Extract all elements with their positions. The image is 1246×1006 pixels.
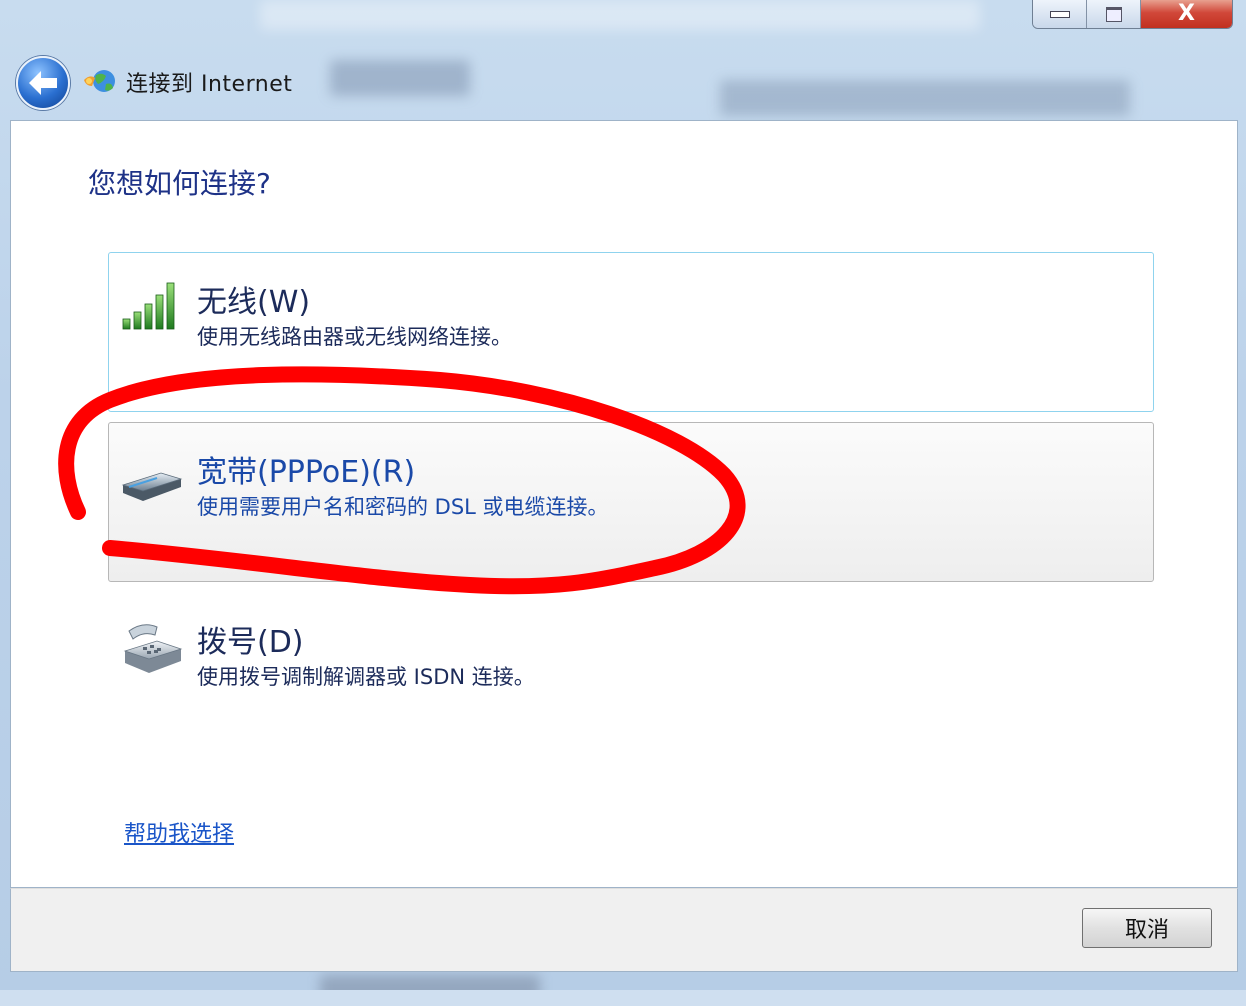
maximize-button[interactable]	[1087, 0, 1141, 28]
close-button[interactable]: X	[1141, 0, 1232, 28]
close-icon: X	[1178, 1, 1195, 26]
option-dialup[interactable]: 拨号(D) 使用拨号调制解调器或 ISDN 连接。	[108, 592, 1154, 752]
option-description: 使用无线路由器或无线网络连接。	[197, 325, 512, 349]
caption-buttons: X	[1032, 0, 1233, 29]
option-title: 无线(W)	[197, 285, 311, 320]
background-blur	[260, 0, 980, 30]
help-me-choose-link[interactable]: 帮助我选择	[124, 816, 234, 848]
background-blur	[720, 80, 1130, 116]
back-button[interactable]	[16, 56, 70, 110]
telephone-icon	[123, 624, 183, 673]
option-broadband-pppoe[interactable]: 宽带(PPPoE)(R) 使用需要用户名和密码的 DSL 或电缆连接。	[108, 422, 1154, 582]
maximize-icon	[1105, 6, 1122, 22]
cancel-button[interactable]: 取消	[1082, 908, 1212, 948]
option-wireless[interactable]: 无线(W) 使用无线路由器或无线网络连接。	[108, 252, 1154, 412]
window-title: 连接到 Internet	[126, 72, 293, 97]
dialog-footer	[10, 888, 1238, 972]
option-title: 拨号(D)	[197, 625, 304, 660]
minimize-icon	[1049, 10, 1070, 18]
signal-bars-icon	[122, 282, 175, 330]
page-title: 您想如何连接?	[88, 167, 271, 200]
background-window-edge	[0, 990, 1246, 1006]
back-arrow-icon	[29, 71, 57, 95]
option-title: 宽带(PPPoE)(R)	[197, 455, 416, 490]
broadband-modem-icon	[121, 472, 183, 501]
option-description: 使用拨号调制解调器或 ISDN 连接。	[197, 665, 535, 689]
option-description: 使用需要用户名和密码的 DSL 或电缆连接。	[197, 495, 609, 519]
background-blur	[330, 60, 470, 96]
network-globe-icon	[84, 70, 115, 92]
minimize-button[interactable]	[1033, 0, 1087, 28]
